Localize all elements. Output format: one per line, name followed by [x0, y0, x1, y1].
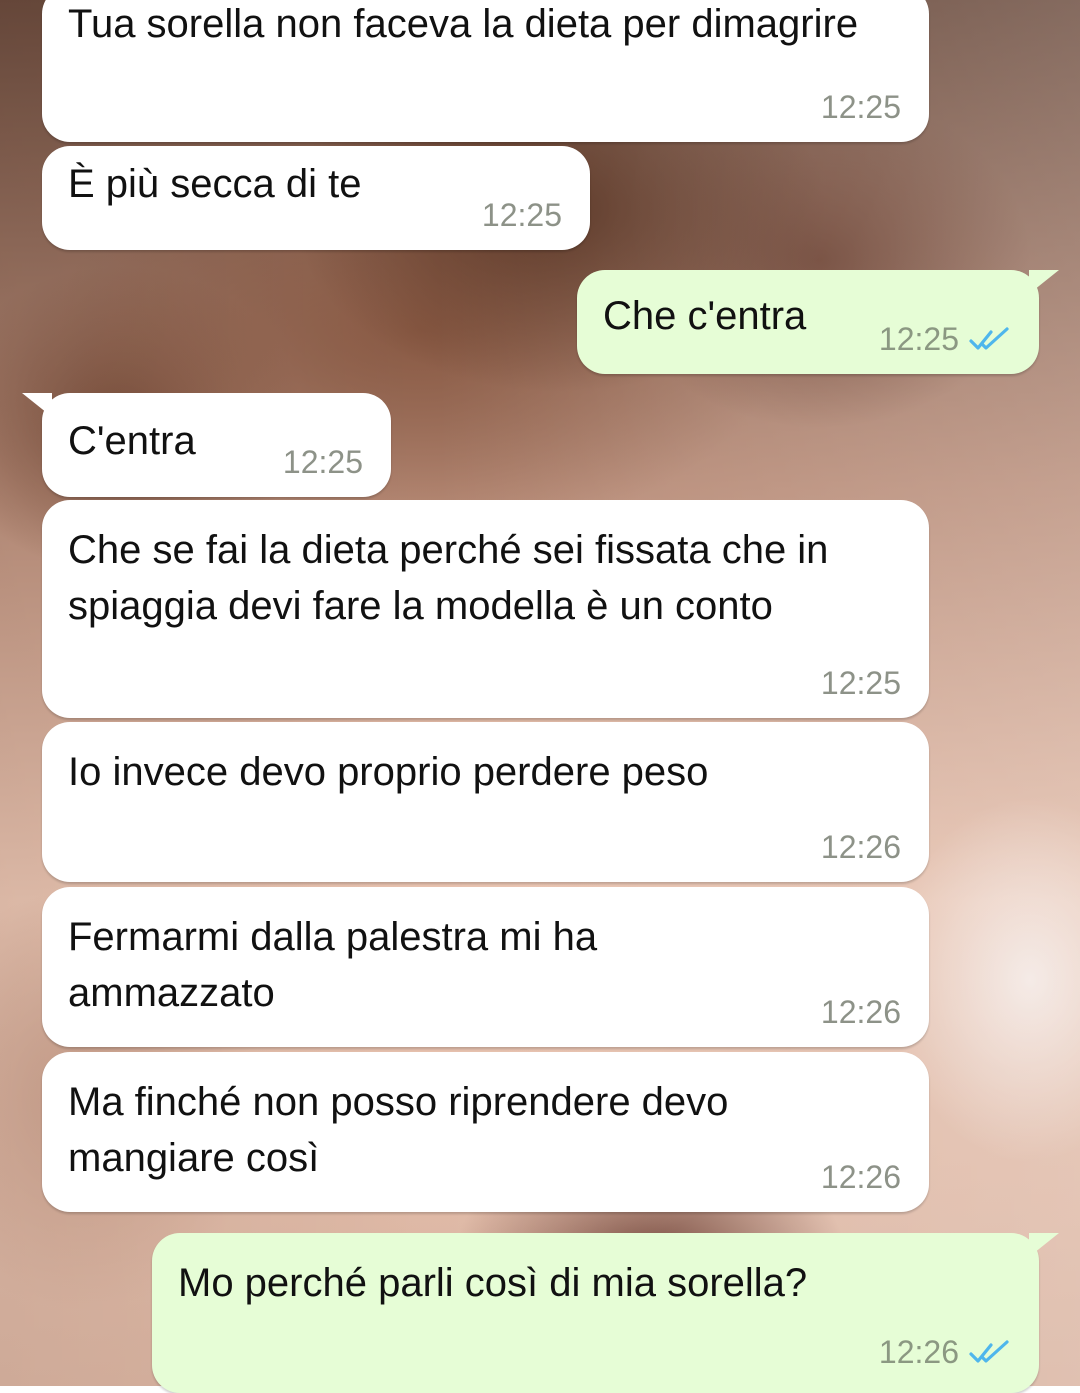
message-timestamp: 12:25: [820, 665, 901, 701]
message-bubble-incoming[interactable]: Io invece devo proprio perdere peso 12:2…: [42, 722, 929, 882]
message-bubble-incoming[interactable]: Che se fai la dieta perché sei fissata c…: [42, 500, 929, 718]
message-text: Che se fai la dieta perché sei fissata c…: [68, 528, 829, 628]
message-bubble-incoming[interactable]: Fermarmi dalla palestra mi ha ammazzato …: [42, 887, 929, 1047]
message-bubble-incoming[interactable]: C'entra 12:25: [22, 393, 391, 497]
double-check-icon: [969, 326, 1009, 350]
message-timestamp: 12:25: [820, 89, 901, 125]
message-text: Tua sorella non faceva la dieta per dima…: [68, 2, 859, 46]
message-timestamp: 12:25: [282, 444, 363, 480]
message-bubble-outgoing[interactable]: Che c'entra 12:25: [577, 270, 1059, 374]
message-text: Ma finché non posso riprendere devo mang…: [68, 1080, 729, 1180]
message-timestamp: 12:26: [820, 1159, 901, 1195]
message-text: Mo perché parli così di mia sorella?: [178, 1261, 808, 1305]
message-timestamp: 12:25: [879, 321, 1011, 358]
message-bubble-outgoing[interactable]: Mo perché parli così di mia sorella? 12:…: [152, 1233, 1059, 1393]
message-timestamp: 12:26: [820, 829, 901, 865]
message-bubble-incoming[interactable]: Ma finché non posso riprendere devo mang…: [42, 1052, 929, 1212]
message-bubble-incoming[interactable]: Tua sorella non faceva la dieta per dima…: [42, 0, 929, 142]
message-timestamp: 12:25: [481, 197, 562, 233]
message-text: Io invece devo proprio perdere peso: [68, 750, 709, 794]
message-timestamp: 12:26: [820, 994, 901, 1030]
double-check-icon: [969, 1339, 1009, 1363]
message-timestamp: 12:26: [879, 1334, 1011, 1371]
message-text: Fermarmi dalla palestra mi ha ammazzato: [68, 915, 598, 1015]
message-list[interactable]: Tua sorella non faceva la dieta per dima…: [0, 0, 1080, 1393]
message-bubble-incoming[interactable]: È più secca di te 12:25: [42, 146, 590, 250]
